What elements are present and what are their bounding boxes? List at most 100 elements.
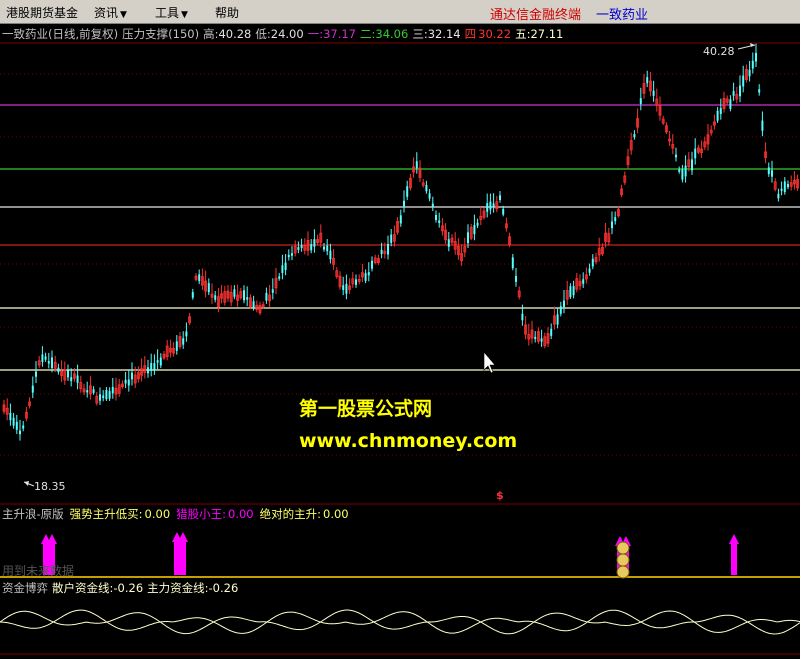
candle-body-down bbox=[9, 412, 12, 421]
candle-body-down bbox=[431, 203, 434, 207]
candle-body-down bbox=[748, 69, 751, 77]
signal-bars bbox=[41, 532, 739, 579]
candle-body-down bbox=[284, 262, 287, 271]
candle-body-down bbox=[297, 247, 300, 250]
candle-body-down bbox=[243, 290, 245, 301]
main-line-value: -0.26 bbox=[208, 581, 239, 595]
candle-body-down bbox=[569, 286, 572, 298]
candle-body-down bbox=[31, 385, 34, 393]
candle-body-down bbox=[364, 273, 367, 281]
signal-bar bbox=[180, 542, 186, 575]
candle-body-down bbox=[182, 338, 185, 345]
signal-bar bbox=[731, 544, 737, 575]
coin-icon bbox=[616, 565, 630, 579]
candle-body-down bbox=[556, 314, 559, 325]
candle-body-down bbox=[127, 379, 130, 386]
candle-body-down bbox=[329, 250, 332, 260]
candle-body-down bbox=[739, 85, 741, 97]
candle-body-down bbox=[515, 276, 517, 282]
candle-body-down bbox=[473, 224, 476, 235]
high-price-marker: 40.28 bbox=[703, 45, 735, 58]
money-pane-header: 资金博弈 散户资金线:-0.26 主力资金线:-0.26 bbox=[2, 580, 242, 596]
candle-body-down bbox=[70, 377, 73, 382]
candle-body-down bbox=[563, 300, 565, 307]
candle-body-down bbox=[787, 184, 789, 188]
candle-body-down bbox=[771, 170, 773, 177]
candle-body-down bbox=[252, 301, 255, 308]
candle-body-down bbox=[342, 285, 345, 291]
candle-body-down bbox=[111, 387, 114, 394]
absolute-rise-label: 绝对的主升: bbox=[259, 507, 321, 521]
candle-body-down bbox=[403, 200, 405, 207]
candlesticks bbox=[2, 43, 799, 441]
candle-body-down bbox=[435, 214, 437, 221]
future-data-note: 用到未来数据 bbox=[2, 564, 75, 578]
absolute-rise-value: 0.00 bbox=[323, 507, 349, 521]
candle-body-down bbox=[345, 283, 348, 294]
candle-body-down bbox=[41, 354, 44, 362]
candle-body-down bbox=[572, 286, 575, 296]
candle-body-down bbox=[207, 283, 210, 293]
candle-body-down bbox=[639, 98, 642, 105]
candle-body-down bbox=[582, 279, 585, 284]
money-pane-name: 资金博弈 bbox=[2, 581, 48, 595]
candle-body-down bbox=[719, 108, 722, 114]
candle-body-down bbox=[15, 421, 18, 430]
candle-body-down bbox=[588, 268, 591, 273]
signal-arrow-icon bbox=[729, 534, 739, 544]
candle-body-down bbox=[502, 208, 505, 215]
main-money-line bbox=[0, 609, 800, 635]
candle-body-down bbox=[777, 193, 780, 199]
candle-body-down bbox=[214, 295, 217, 300]
candle-body-down bbox=[499, 195, 501, 201]
candle-body-down bbox=[550, 328, 553, 336]
candle-body-down bbox=[175, 341, 178, 351]
candle-body-down bbox=[399, 215, 402, 224]
retail-line-value: -0.26 bbox=[113, 581, 144, 595]
candle-body-down bbox=[153, 363, 156, 370]
signal-bar bbox=[174, 542, 180, 575]
candle-body-down bbox=[51, 357, 53, 369]
candle-body-down bbox=[534, 336, 537, 340]
candle-body-down bbox=[447, 239, 450, 247]
candle-body-down bbox=[99, 394, 101, 401]
candle-body-down bbox=[76, 375, 79, 383]
candle-body-down bbox=[12, 417, 15, 426]
candle-body-down bbox=[300, 245, 303, 249]
candle-body-down bbox=[611, 221, 613, 229]
strong-rise-value: 0.00 bbox=[144, 507, 171, 521]
low-price-marker: 18.35 bbox=[34, 480, 66, 493]
candle-body-down bbox=[291, 253, 293, 256]
candle-body-down bbox=[150, 362, 153, 371]
candle-body-down bbox=[729, 99, 732, 109]
candle-body-down bbox=[380, 249, 383, 255]
candle-body-down bbox=[156, 360, 159, 363]
support-resistance-levels bbox=[0, 104, 800, 371]
candle-body-down bbox=[367, 272, 370, 276]
candle-body-down bbox=[428, 193, 431, 199]
coin-icon bbox=[616, 541, 630, 555]
candle-body-down bbox=[86, 390, 89, 393]
candle-body-down bbox=[233, 289, 236, 297]
candle-body-down bbox=[684, 165, 687, 177]
candle-body-down bbox=[646, 77, 649, 84]
candle-body-down bbox=[371, 260, 373, 269]
candle-body-down bbox=[323, 246, 325, 250]
candle-body-down bbox=[559, 306, 562, 314]
candle-body-down bbox=[492, 203, 495, 207]
candle-body-down bbox=[105, 390, 108, 400]
chart-grid bbox=[0, 42, 800, 655]
candle-body-down bbox=[476, 222, 479, 226]
candle-body-down bbox=[265, 293, 268, 301]
candle-body-down bbox=[614, 217, 617, 222]
candle-body-down bbox=[47, 361, 50, 364]
candle-body-down bbox=[755, 52, 757, 62]
candle-body-down bbox=[758, 89, 761, 93]
candle-body-down bbox=[438, 220, 441, 224]
price-chart[interactable] bbox=[0, 0, 800, 659]
candle-body-down bbox=[467, 232, 469, 244]
candle-body-down bbox=[633, 134, 636, 138]
candle-body-down bbox=[185, 331, 188, 337]
candle-body-down bbox=[92, 389, 95, 393]
candle-body-down bbox=[681, 169, 684, 180]
